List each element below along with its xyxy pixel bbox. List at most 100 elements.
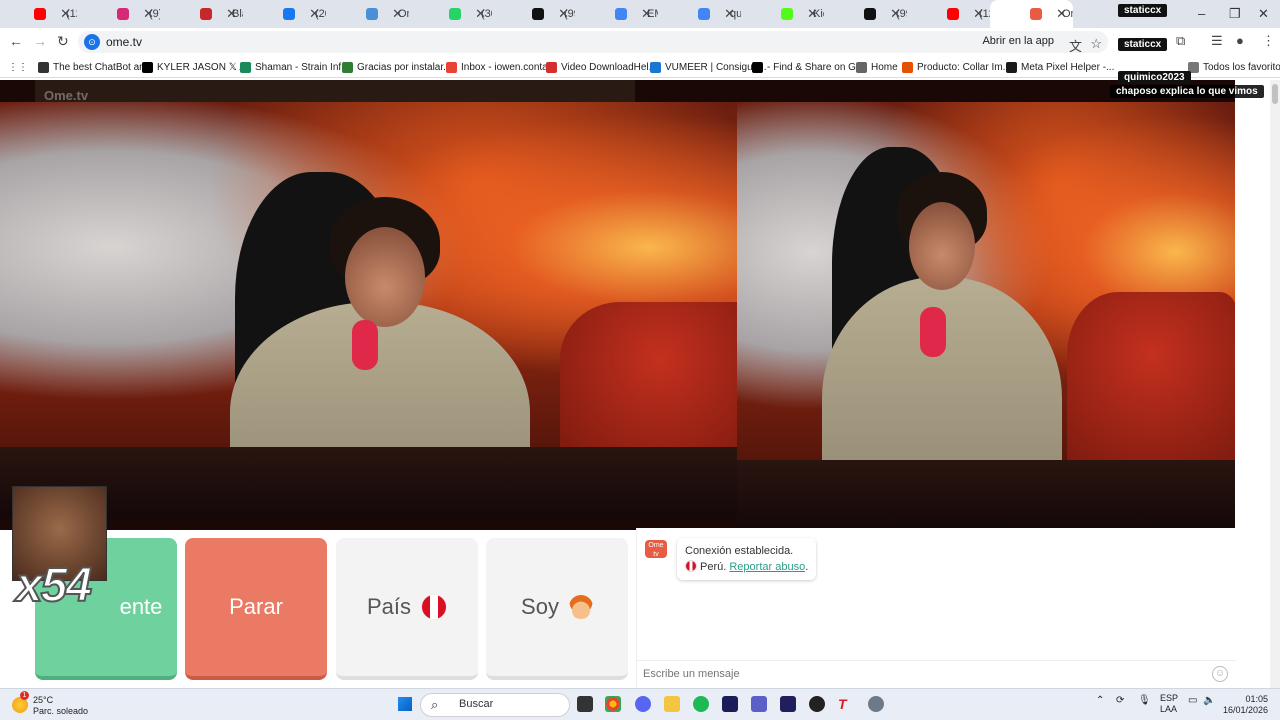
browser-tab[interactable]: (300) Wha✕: [409, 0, 492, 28]
volume-icon[interactable]: 🔈: [1203, 695, 1215, 706]
tab-favicon-icon: [864, 8, 876, 20]
tab-close-icon[interactable]: ✕: [226, 6, 237, 22]
bookmark-favicon-icon: [342, 61, 353, 73]
microphone: [920, 307, 946, 357]
minimize-icon[interactable]: –: [1198, 6, 1205, 21]
desk: [0, 447, 737, 517]
bookmark-item[interactable]: VUMEER | Consigue...: [650, 59, 767, 75]
tab-strip: (123) PSY✕(9) Instagr✕Blackmagi✕(20+) Fa…: [0, 0, 1280, 28]
bookmark-item[interactable]: Gracias por instalar...: [342, 59, 451, 75]
bookmark-item[interactable]: Producto: Collar Im...: [902, 59, 1011, 75]
browser-tab[interactable]: Blackmagi✕: [160, 0, 243, 28]
tab-close-icon[interactable]: ✕: [392, 6, 403, 22]
close-window-icon[interactable]: ✕: [1258, 6, 1269, 22]
clock[interactable]: 01:05 16/01/2026: [1223, 694, 1268, 716]
start-icon[interactable]: [398, 697, 412, 711]
bookmark-item[interactable]: Video DownloadHel...: [546, 59, 657, 75]
discord-icon[interactable]: [635, 696, 651, 712]
tab-close-icon[interactable]: ✕: [309, 6, 320, 22]
tab-close-icon[interactable]: ✕: [143, 6, 154, 22]
file-explorer-icon[interactable]: [664, 696, 680, 712]
video-area: Ome.tv: [0, 80, 1235, 530]
extensions-icon[interactable]: ⧉: [1176, 33, 1185, 49]
translate-icon[interactable]: 文: [1069, 36, 1082, 55]
peru-flag-icon: [421, 594, 448, 620]
taskbar-search[interactable]: ⌕ Buscar: [420, 693, 570, 717]
tab-close-icon[interactable]: ✕: [475, 6, 486, 22]
tab-close-icon[interactable]: ✕: [807, 6, 818, 22]
apps-icon[interactable]: ⋮⋮: [8, 59, 28, 75]
reload-icon[interactable]: ↻: [57, 33, 69, 50]
page-scrollbar[interactable]: [1270, 80, 1280, 688]
address-bar[interactable]: ⊙ ome.tv Abrir en la app 文 ☆: [78, 31, 1108, 55]
tab-close-icon[interactable]: ✕: [60, 6, 71, 22]
tab-close-icon[interactable]: ✕: [558, 6, 569, 22]
tab-close-icon[interactable]: ✕: [641, 6, 652, 22]
mic-tray-icon[interactable]: 🎙: [1138, 695, 1151, 706]
weather-condition: Parc. soleado: [33, 706, 89, 716]
bookmark-item[interactable]: Todos los favoritos: [1188, 59, 1280, 75]
emoji-icon[interactable]: ☺: [1212, 666, 1228, 682]
open-in-app-button[interactable]: Abrir en la app: [982, 35, 1054, 47]
chrome-icon[interactable]: [605, 696, 621, 712]
profile-avatar[interactable]: ●: [1236, 33, 1244, 48]
microphone: [352, 320, 378, 370]
url-text[interactable]: ome.tv: [106, 35, 142, 49]
browser-tab[interactable]: (9) Instagr✕: [77, 0, 160, 28]
task-view-icon[interactable]: [577, 696, 593, 712]
tab-close-icon[interactable]: ✕: [890, 6, 901, 22]
bookmark-item[interactable]: Inbox - iowen.conta...: [446, 59, 556, 75]
ometv-chat-logo: Ome tv: [645, 540, 667, 558]
date: 16/01/2026: [1222, 705, 1268, 715]
browser-tab[interactable]: (99+)Mon✕: [492, 0, 575, 28]
tab-close-icon[interactable]: ✕: [1056, 6, 1067, 22]
settings-icon[interactable]: [868, 696, 884, 712]
network-icon[interactable]: ⟳: [1116, 695, 1124, 706]
browser-tab[interactable]: que es ser✕: [658, 0, 741, 28]
language-code: ESP: [1160, 693, 1179, 703]
country-button[interactable]: País: [336, 538, 478, 680]
teams-icon[interactable]: [751, 696, 767, 712]
stream-user-tag: quimico2023: [1118, 71, 1191, 84]
display-icon[interactable]: ▭: [1188, 695, 1197, 706]
after-effects-icon[interactable]: [780, 696, 796, 712]
bookmark-label: KYLER JASON 𝕏 / X: [157, 61, 252, 73]
site-info-icon[interactable]: ⊙: [84, 34, 100, 50]
bookmark-item[interactable]: - Find & Share on G...: [752, 59, 864, 75]
report-abuse-link[interactable]: Reportar abuso: [729, 561, 805, 573]
message-input[interactable]: [637, 661, 1187, 687]
tab-close-icon[interactable]: ✕: [973, 6, 984, 22]
obs-icon[interactable]: [809, 696, 825, 712]
browser-tab[interactable]: OmeT✕: [990, 0, 1073, 28]
scroll-thumb[interactable]: [1272, 84, 1278, 104]
browser-tab[interactable]: (99+)Vide✕: [824, 0, 907, 28]
tab-favicon-icon: [366, 8, 378, 20]
tray-overflow-icon[interactable]: ⌃: [1096, 695, 1104, 706]
browser-tab[interactable]: (123) PSY✕: [0, 0, 77, 28]
text-app-icon[interactable]: T: [838, 696, 854, 712]
bookmark-item[interactable]: Home: [856, 59, 898, 75]
browser-tab[interactable]: Kick✕: [741, 0, 824, 28]
bookmark-item[interactable]: KYLER JASON 𝕏 / X: [142, 59, 252, 75]
bookmark-star-icon[interactable]: ☆: [1090, 36, 1102, 52]
forward-icon[interactable]: →: [33, 33, 47, 49]
bookmark-item[interactable]: The best ChatBot an...: [38, 59, 153, 75]
browser-tab[interactable]: EMOTE AL✕: [575, 0, 658, 28]
tab-favicon-icon: [698, 8, 710, 20]
spotify-icon[interactable]: [693, 696, 709, 712]
browser-tab[interactable]: (20+) Face✕: [243, 0, 326, 28]
bookmark-item[interactable]: Meta Pixel Helper -...: [1006, 59, 1114, 75]
premiere-icon[interactable]: [722, 696, 738, 712]
bookmark-item[interactable]: Shaman - Strain Inf...: [240, 59, 350, 75]
browser-toolbar: ← → ↻ ⊙ ome.tv Abrir en la app 文 ☆ ⧉ ☰ ●…: [0, 28, 1280, 56]
maximize-icon[interactable]: ❐: [1229, 6, 1241, 22]
language-indicator[interactable]: ESP LAA: [1160, 693, 1178, 715]
back-icon[interactable]: ←: [9, 33, 23, 49]
menu-icon[interactable]: ⋮: [1262, 33, 1275, 49]
browser-tab[interactable]: Online MP✕: [326, 0, 409, 28]
stop-button[interactable]: Parar: [185, 538, 327, 680]
browser-tab[interactable]: (123) Un s✕: [907, 0, 990, 28]
tab-close-icon[interactable]: ✕: [724, 6, 735, 22]
gender-button[interactable]: Soy: [486, 538, 628, 680]
reading-list-icon[interactable]: ☰: [1211, 33, 1223, 49]
